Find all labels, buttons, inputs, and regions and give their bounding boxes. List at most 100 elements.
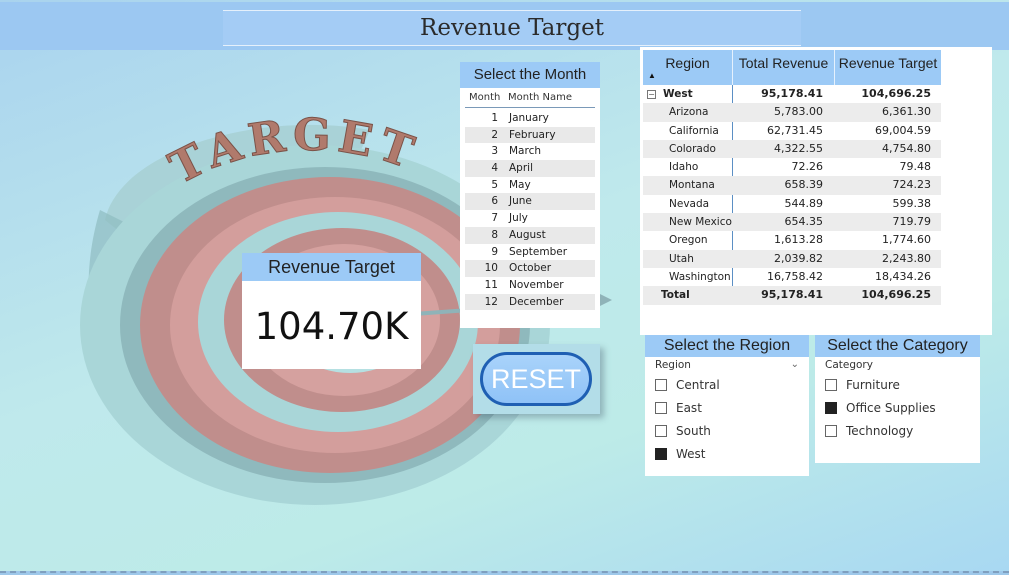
table-row[interactable]: Nevada 544.89 599.38 <box>643 195 941 213</box>
option-label: East <box>676 400 702 415</box>
region-header-label: Region <box>665 55 710 71</box>
month-number: 10 <box>484 262 498 275</box>
month-name-col-header: Month Name <box>508 92 573 103</box>
option-label: Central <box>676 377 720 392</box>
month-row[interactable]: 10 October <box>465 260 595 277</box>
month-name: March <box>509 145 542 158</box>
month-row[interactable]: 7 July <box>465 210 595 227</box>
group-revenue: 95,178.41 <box>761 87 823 100</box>
revenue-target-column-header[interactable]: Revenue Target <box>834 50 941 85</box>
table-group-row[interactable]: − West 95,178.41 104,696.25 <box>643 85 941 103</box>
month-row[interactable]: 11 November <box>465 277 595 294</box>
group-region: West <box>663 88 693 100</box>
chevron-down-icon[interactable]: ⌄ <box>791 357 799 373</box>
category-option-furniture[interactable]: Furniture <box>815 373 980 396</box>
month-row[interactable]: 4 April <box>465 160 595 177</box>
month-name: October <box>509 262 552 275</box>
month-row[interactable]: 5 May <box>465 177 595 194</box>
total-label: Total <box>661 289 690 302</box>
total-revenue-column-header[interactable]: Total Revenue <box>732 50 834 85</box>
category-option-technology[interactable]: Technology <box>815 419 980 442</box>
category-field-label: Category <box>825 359 873 371</box>
row-region: Washington <box>669 270 731 283</box>
row-revenue: 4,322.55 <box>774 141 823 155</box>
category-slicer: Select the Category Category Furniture O… <box>815 335 980 463</box>
option-label: West <box>676 446 706 461</box>
month-row[interactable]: 3 March <box>465 143 595 160</box>
row-region: Montana <box>669 179 715 192</box>
month-number: 11 <box>484 278 498 291</box>
month-number: 2 <box>491 128 498 141</box>
bottom-border <box>0 571 1009 575</box>
table-row[interactable]: California 62,731.45 69,004.59 <box>643 122 941 140</box>
table-row[interactable]: Utah 2,039.82 2,243.80 <box>643 249 941 268</box>
month-number: 4 <box>491 162 498 175</box>
region-column-header[interactable]: Region ▲ <box>643 50 732 85</box>
card-title: Revenue Target <box>242 253 421 281</box>
row-target: 724.23 <box>892 178 932 192</box>
row-revenue: 16,758.42 <box>767 269 823 283</box>
collapse-icon[interactable]: − <box>647 89 656 99</box>
card-value: 104.70K <box>254 305 409 348</box>
month-number: 3 <box>491 145 498 158</box>
table-row[interactable]: New Mexico 654.35 719.79 <box>643 213 941 232</box>
month-name: June <box>509 195 532 208</box>
month-name: April <box>509 162 533 175</box>
region-field-label: Region ⌄ <box>645 357 809 373</box>
region-option-west[interactable]: West <box>645 442 809 465</box>
month-name: May <box>509 178 531 191</box>
table-row[interactable]: Montana 658.39 724.23 <box>643 176 941 195</box>
region-option-east[interactable]: East <box>645 396 809 419</box>
month-name: July <box>509 212 528 225</box>
checkbox[interactable] <box>825 378 837 391</box>
checkbox[interactable] <box>655 378 667 391</box>
month-number: 5 <box>491 178 498 191</box>
month-slicer: Select the Month Month Month Name 1 Janua… <box>460 62 600 328</box>
month-row[interactable]: 9 September <box>465 244 595 261</box>
group-target: 104,696.25 <box>861 87 931 100</box>
month-number: 9 <box>491 245 498 258</box>
month-name: February <box>509 128 556 141</box>
row-revenue: 544.89 <box>784 196 824 210</box>
table-row[interactable]: Colorado 4,322.55 4,754.80 <box>643 139 941 159</box>
row-region: Utah <box>669 252 694 265</box>
table-row[interactable]: Arizona 5,783.00 6,361.30 <box>643 103 941 122</box>
region-slicer-title: Select the Region <box>645 335 809 357</box>
row-revenue: 654.35 <box>784 215 824 229</box>
report-canvas: Revenue Target TARGET Revenue Target 104… <box>0 0 1009 575</box>
checkbox-checked[interactable] <box>825 401 837 414</box>
month-column-headers: Month Month Name <box>465 88 595 108</box>
region-option-central[interactable]: Central <box>645 373 809 396</box>
month-row[interactable]: 8 August <box>465 226 595 244</box>
month-row[interactable]: 12 December <box>465 293 595 311</box>
table-row[interactable]: Idaho 72.26 79.48 <box>643 158 941 176</box>
month-row[interactable]: 2 February <box>465 126 595 144</box>
page-title: Revenue Target <box>420 15 604 41</box>
row-region: California <box>669 124 719 137</box>
checkbox[interactable] <box>825 424 837 437</box>
table-row[interactable]: Oregon 1,613.28 1,774.60 <box>643 231 941 249</box>
month-number: 8 <box>491 228 498 241</box>
row-target: 599.38 <box>892 196 932 210</box>
checkbox-checked[interactable] <box>655 447 667 460</box>
region-option-south[interactable]: South <box>645 419 809 442</box>
region-field-text: Region <box>655 359 691 371</box>
checkbox[interactable] <box>655 424 667 437</box>
category-option-office-supplies[interactable]: Office Supplies <box>815 396 980 419</box>
revenue-table: Region ▲ Total Revenue Revenue Target − W… <box>640 47 992 335</box>
option-label: Furniture <box>846 377 900 392</box>
region-slicer: Select the Region Region ⌄ Central East … <box>645 335 809 476</box>
row-region: Nevada <box>669 197 710 210</box>
reset-button[interactable]: RESET <box>480 352 592 406</box>
month-name: August <box>509 228 546 241</box>
row-region: New Mexico <box>669 216 732 229</box>
row-target: 1,774.60 <box>882 233 931 247</box>
row-revenue: 72.26 <box>791 160 824 174</box>
table-header: Region ▲ Total Revenue Revenue Target <box>643 50 941 85</box>
month-row[interactable]: 6 June <box>465 193 595 211</box>
checkbox[interactable] <box>655 401 667 414</box>
row-region: Arizona <box>669 106 709 119</box>
sort-ascending-icon[interactable]: ▲ <box>648 72 656 80</box>
table-row[interactable]: Washington 16,758.42 18,434.26 <box>643 268 941 286</box>
month-row[interactable]: 1 January <box>465 110 595 127</box>
